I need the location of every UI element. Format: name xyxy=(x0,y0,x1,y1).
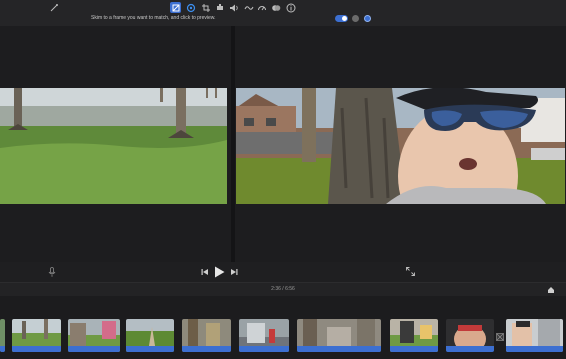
timeline-clip[interactable] xyxy=(506,319,563,352)
crop-icon[interactable] xyxy=(200,2,211,13)
noise-reduction-icon[interactable] xyxy=(243,2,254,13)
play-button[interactable] xyxy=(214,266,225,278)
timeline[interactable] xyxy=(0,296,566,359)
color-balance-icon[interactable] xyxy=(170,2,181,13)
audio-waveform xyxy=(390,346,438,352)
source-frame xyxy=(0,88,227,204)
timeline-clip[interactable] xyxy=(446,319,494,352)
audio-waveform xyxy=(446,346,494,352)
audio-waveform xyxy=(68,346,120,352)
timecode-bar: 2:36 / 6:56 xyxy=(0,282,566,297)
microphone-icon[interactable] xyxy=(48,267,56,277)
stabilization-icon[interactable] xyxy=(214,2,225,13)
timeline-clip[interactable] xyxy=(239,319,289,352)
skip-back-icon[interactable] xyxy=(201,268,209,276)
volume-icon[interactable] xyxy=(228,2,239,13)
magic-wand-icon[interactable] xyxy=(48,2,59,13)
audio-waveform xyxy=(239,346,289,352)
skip-forward-icon[interactable] xyxy=(230,268,238,276)
reset-button[interactable] xyxy=(352,15,359,22)
timeline-clip[interactable] xyxy=(182,319,231,352)
playback-controls xyxy=(0,262,566,282)
audio-waveform xyxy=(12,346,61,352)
timeline-clip[interactable] xyxy=(390,319,438,352)
settings-icon[interactable] xyxy=(547,286,555,294)
target-viewer[interactable] xyxy=(235,26,566,262)
match-hint-text: Skim to a frame you want to match, and c… xyxy=(91,15,216,21)
match-toggle[interactable] xyxy=(335,15,348,22)
source-viewer[interactable] xyxy=(0,26,231,262)
audio-waveform xyxy=(182,346,231,352)
timeline-clip[interactable] xyxy=(0,319,5,352)
transition-icon[interactable] xyxy=(496,333,504,341)
timeline-clip[interactable] xyxy=(68,319,120,352)
info-icon[interactable] xyxy=(285,2,296,13)
timeline-clip[interactable] xyxy=(12,319,61,352)
timeline-clip[interactable] xyxy=(126,319,174,352)
adjustments-toolbar: Skim to a frame you want to match, and c… xyxy=(0,0,566,26)
apply-button[interactable] xyxy=(364,15,371,22)
audio-waveform xyxy=(297,346,381,352)
color-correction-icon[interactable] xyxy=(185,2,196,13)
audio-waveform xyxy=(0,346,5,352)
timecode-display: 2:36 / 6:56 xyxy=(271,286,295,292)
speed-icon[interactable] xyxy=(256,2,267,13)
audio-waveform xyxy=(506,346,563,352)
filter-icon[interactable] xyxy=(270,2,281,13)
target-frame xyxy=(236,88,565,204)
timeline-clip[interactable] xyxy=(297,319,381,352)
audio-waveform xyxy=(126,346,174,352)
fullscreen-icon[interactable] xyxy=(406,267,415,276)
